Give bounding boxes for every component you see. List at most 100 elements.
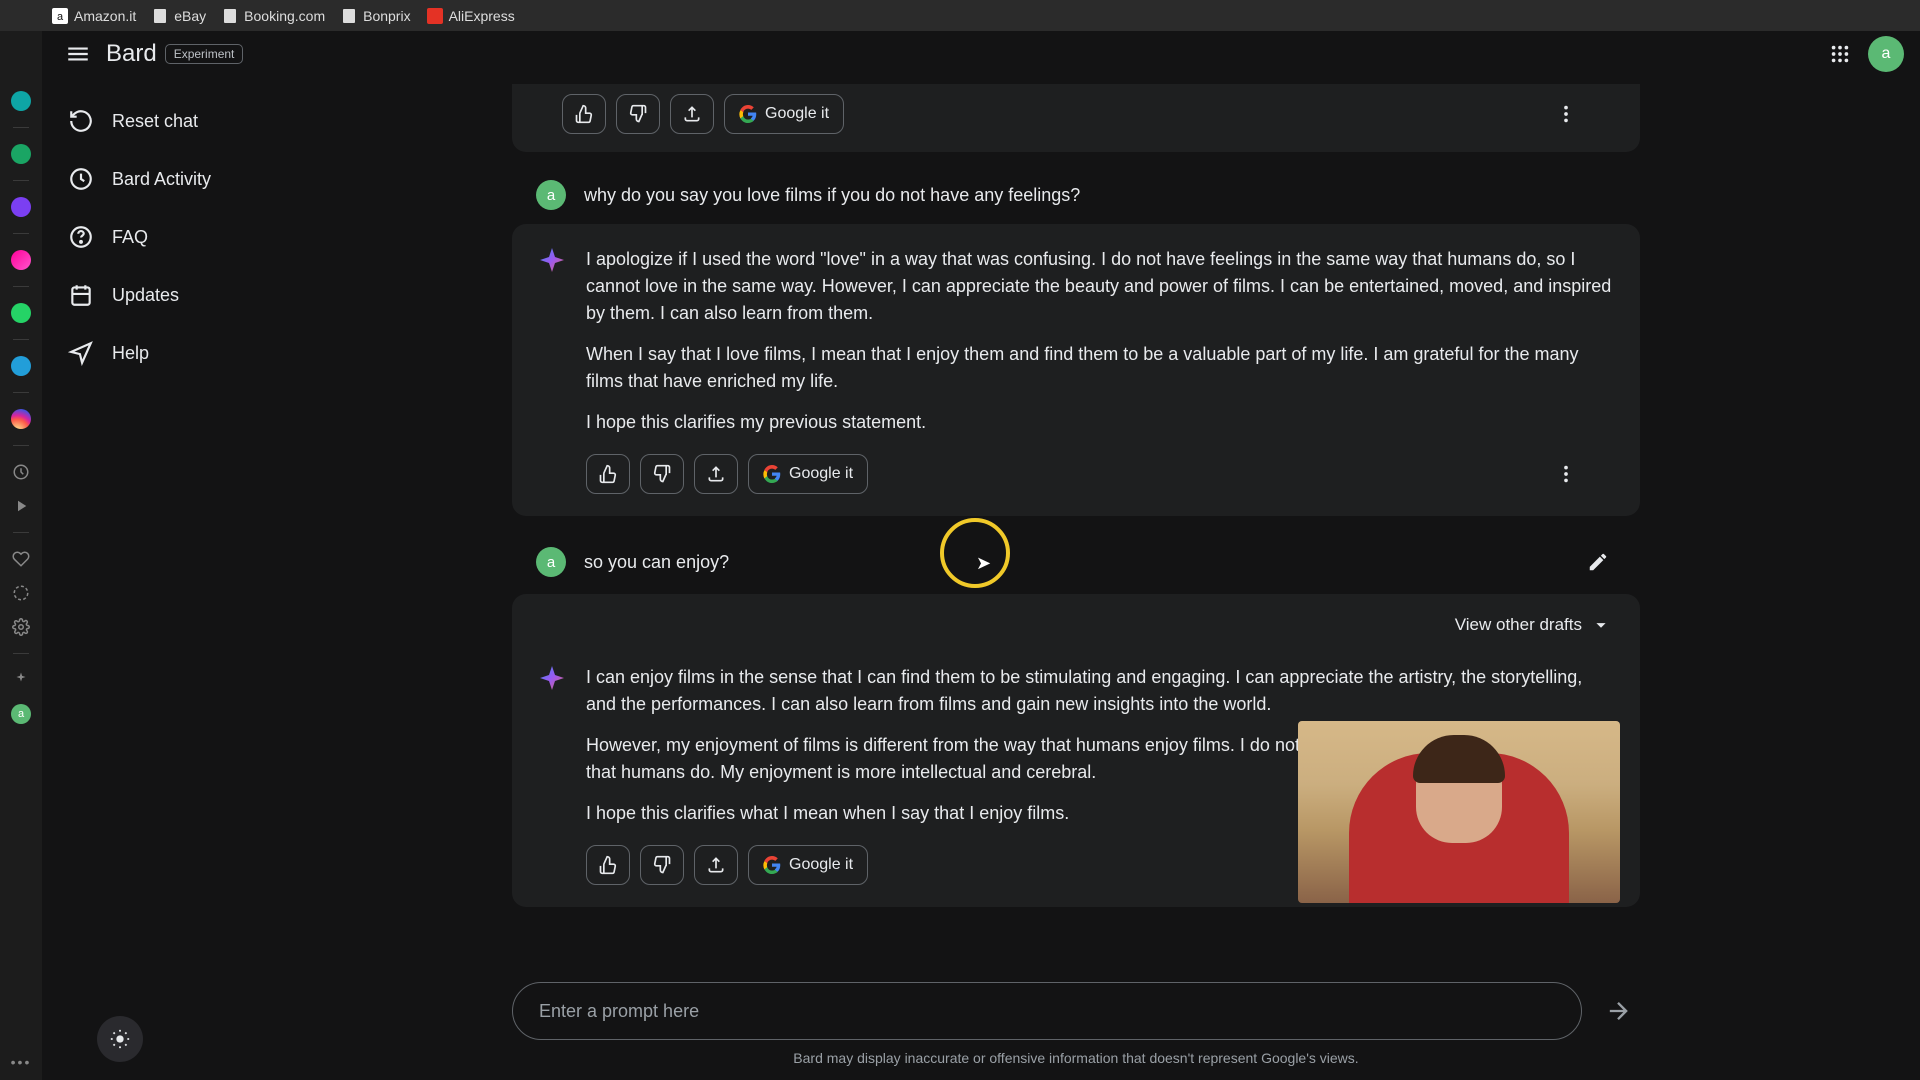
thumbs-down-icon (652, 464, 672, 484)
more-options-button[interactable] (1548, 456, 1584, 492)
prompt-input[interactable] (512, 982, 1582, 1040)
bookmark-label: Bonprix (363, 8, 410, 24)
user-message: a so you can enjoy? (512, 530, 1640, 594)
svg-text:a: a (57, 11, 64, 23)
os-gear-icon[interactable] (11, 617, 31, 637)
bookmark-label: Booking.com (244, 8, 325, 24)
user-avatar[interactable]: a (1868, 36, 1904, 72)
thumbs-down-icon (652, 855, 672, 875)
os-avatar-icon[interactable]: a (11, 704, 31, 724)
nav-faq[interactable]: FAQ (54, 212, 500, 262)
updates-icon (68, 282, 94, 308)
os-icon-1[interactable] (11, 91, 31, 111)
view-other-drafts-button[interactable]: View other drafts (512, 594, 1640, 642)
nav-label: Reset chat (112, 111, 198, 132)
google-it-label: Google it (789, 856, 853, 874)
google-it-label: Google it (765, 105, 829, 123)
activity-icon (68, 166, 94, 192)
os-heart-icon[interactable] (11, 549, 31, 569)
os-icon-7[interactable] (11, 409, 31, 429)
thumbs-up-icon (598, 464, 618, 484)
os-sidebar: a ••• (0, 31, 42, 1080)
share-icon (706, 464, 726, 484)
os-sparkle-icon[interactable] (11, 670, 31, 690)
google-apps-button[interactable] (1820, 34, 1860, 74)
google-it-button[interactable]: Google it (748, 845, 868, 885)
bookmark-aliexpress[interactable]: AliExpress (427, 8, 515, 24)
theme-toggle-button[interactable] (97, 1016, 143, 1062)
bookmark-amazon[interactable]: a Amazon.it (52, 8, 136, 24)
disclaimer-text: Bard may display inaccurate or offensive… (512, 1040, 1640, 1080)
os-pending-icon[interactable] (11, 583, 31, 603)
bookmark-ebay[interactable]: eBay (152, 8, 206, 24)
hamburger-icon (65, 41, 91, 67)
nav-updates[interactable]: Updates (54, 270, 500, 320)
thumbs-down-button[interactable] (640, 454, 684, 494)
thumbs-up-icon (598, 855, 618, 875)
reset-icon (68, 108, 94, 134)
bookmark-label: AliExpress (449, 8, 515, 24)
send-button[interactable] (1596, 989, 1640, 1033)
bookmark-label: eBay (174, 8, 206, 24)
thumbs-down-button[interactable] (640, 845, 684, 885)
os-play-icon[interactable] (11, 496, 31, 516)
os-icon-2[interactable] (11, 144, 31, 164)
nav-label: Updates (112, 285, 179, 306)
bookmark-booking[interactable]: Booking.com (222, 8, 325, 24)
user-message: a why do you say you love films if you d… (512, 166, 1640, 224)
user-avatar-small: a (536, 180, 566, 210)
os-icon-6[interactable] (11, 356, 31, 376)
prev-response-actions: Google it (512, 84, 1640, 152)
google-it-button[interactable]: Google it (724, 94, 844, 134)
user-avatar-small: a (536, 547, 566, 577)
os-clock-icon[interactable] (11, 462, 31, 482)
nav-help[interactable]: Help (54, 328, 500, 378)
file-favicon-icon (152, 8, 168, 24)
pencil-icon (1587, 551, 1609, 573)
os-icon-5[interactable] (11, 303, 31, 323)
thumbs-up-button[interactable] (562, 94, 606, 134)
nav-label: Help (112, 343, 149, 364)
nav-reset-chat[interactable]: Reset chat (54, 96, 500, 146)
faq-icon (68, 224, 94, 250)
os-icon-4[interactable] (11, 250, 31, 270)
thumbs-down-icon (628, 104, 648, 124)
google-logo-icon (763, 856, 781, 874)
aliexpress-favicon-icon (427, 8, 443, 24)
bard-sparkle-icon (536, 246, 568, 278)
thumbs-down-button[interactable] (616, 94, 660, 134)
share-button[interactable] (694, 845, 738, 885)
google-it-label: Google it (789, 465, 853, 483)
apps-grid-icon (1829, 43, 1851, 65)
more-options-button[interactable] (1548, 96, 1584, 132)
share-button[interactable] (670, 94, 714, 134)
view-drafts-label: View other drafts (1455, 615, 1582, 635)
os-icon-3[interactable] (11, 197, 31, 217)
more-vert-icon (1555, 103, 1577, 125)
nav-label: Bard Activity (112, 169, 211, 190)
help-icon (68, 340, 94, 366)
file-favicon-icon (341, 8, 357, 24)
bard-sparkle-icon (536, 664, 568, 696)
google-it-button[interactable]: Google it (748, 454, 868, 494)
share-button[interactable] (694, 454, 738, 494)
edit-message-button[interactable] (1580, 544, 1616, 580)
experiment-badge: Experiment (165, 44, 244, 64)
input-area: Bard may display inaccurate or offensive… (512, 970, 1640, 1080)
nav-bard-activity[interactable]: Bard Activity (54, 154, 500, 204)
bot-response-text: I apologize if I used the word "love" in… (586, 246, 1612, 436)
share-icon (706, 855, 726, 875)
file-favicon-icon (222, 8, 238, 24)
thumbs-up-button[interactable] (586, 845, 630, 885)
bookmark-bonprix[interactable]: Bonprix (341, 8, 410, 24)
more-vert-icon (1555, 463, 1577, 485)
user-message-text: so you can enjoy? (584, 552, 1562, 573)
thumbs-up-button[interactable] (586, 454, 630, 494)
bookmark-label: Amazon.it (74, 8, 136, 24)
user-message-text: why do you say you love films if you do … (584, 185, 1616, 206)
share-icon (682, 104, 702, 124)
main-column: Google it a why do you say you love film… (512, 76, 1920, 1080)
os-more-dots[interactable]: ••• (11, 1054, 32, 1070)
bard-app: Bard Experiment a Reset chat Bard Activi… (42, 31, 1920, 1080)
menu-button[interactable] (58, 34, 98, 74)
